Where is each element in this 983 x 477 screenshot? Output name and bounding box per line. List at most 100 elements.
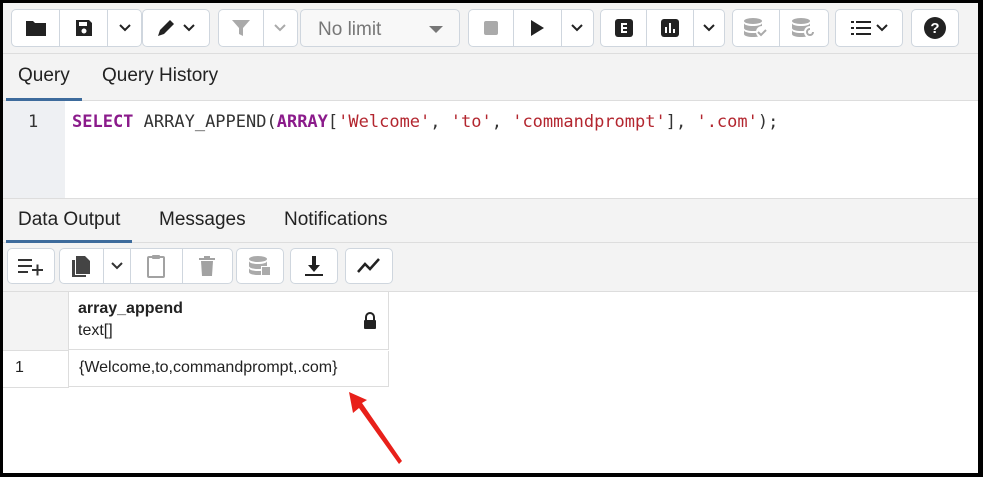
sql-code-line: SELECT ARRAY_APPEND(ARRAY['Welcome', 'to…	[72, 112, 778, 132]
help-button[interactable]: ?	[912, 10, 958, 46]
delete-button[interactable]	[183, 249, 232, 283]
copy-icon	[72, 256, 91, 277]
commit-button[interactable]	[733, 10, 781, 46]
transaction-button-group	[732, 9, 829, 47]
sql-string: '.com'	[696, 112, 758, 132]
execute-button-group	[468, 9, 594, 47]
file-button-group	[11, 9, 142, 47]
filter-button[interactable]	[219, 10, 264, 46]
filter-button-group	[218, 9, 298, 47]
sql-string: 'to'	[450, 112, 492, 132]
output-tabs: Data Output Messages Notifications	[3, 199, 978, 243]
save-data-group	[236, 248, 284, 284]
explain-analyze-button[interactable]	[647, 10, 695, 46]
clipboard-group	[59, 248, 233, 284]
line-number: 1	[28, 112, 39, 132]
sql-string: 'commandprompt'	[512, 112, 666, 132]
copy-button[interactable]	[60, 249, 104, 283]
save-file-button[interactable]	[60, 10, 108, 46]
save-data-button[interactable]	[237, 249, 283, 283]
add-row-button[interactable]	[8, 249, 54, 283]
caret-down-icon	[429, 26, 443, 33]
row-number-cell[interactable]: 1	[3, 351, 69, 388]
trash-icon	[199, 256, 216, 276]
tab-notifications-label: Notifications	[284, 209, 388, 230]
stop-button[interactable]	[469, 10, 515, 46]
chevron-down-icon	[875, 24, 888, 32]
tab-data-output-label: Data Output	[18, 209, 121, 230]
column-name: array_append	[78, 300, 183, 317]
tab-data-output[interactable]: Data Output	[6, 199, 133, 243]
execute-button[interactable]	[514, 10, 562, 46]
sql-keyword: ARRAY	[276, 112, 328, 132]
help-icon: ?	[924, 17, 946, 39]
tab-query-history-label: Query History	[102, 65, 219, 86]
chevron-down-icon	[274, 24, 287, 32]
rollback-button[interactable]	[780, 10, 828, 46]
save-icon	[75, 20, 92, 36]
add-row-group	[7, 248, 55, 284]
line-gutter: 1	[3, 101, 65, 198]
paste-button[interactable]	[131, 249, 183, 283]
execute-dropdown-button[interactable]	[562, 10, 593, 46]
column-header-array-append[interactable]: array_append text[]	[69, 292, 389, 350]
copy-dropdown-button[interactable]	[104, 249, 132, 283]
database-rollback-icon	[792, 18, 816, 38]
chevron-down-icon	[118, 24, 131, 32]
column-type: text[]	[78, 322, 113, 339]
clipboard-icon	[147, 255, 166, 278]
macros-button-group	[835, 9, 903, 47]
chevron-down-icon	[703, 24, 715, 32]
download-button[interactable]	[291, 249, 337, 283]
lock-icon	[364, 312, 376, 329]
row-limit-select[interactable]: No limit	[300, 9, 460, 47]
line-chart-icon	[357, 258, 380, 273]
chevron-down-icon	[183, 24, 195, 32]
sql-string: 'Welcome'	[338, 112, 431, 132]
help-button-group: ?	[911, 9, 959, 47]
sql-punct: ],	[665, 112, 697, 132]
result-grid: array_append text[] 1 {Welcome,to,comman…	[3, 292, 978, 473]
bar-chart-icon	[661, 19, 680, 37]
tab-query-history[interactable]: Query History	[102, 54, 218, 98]
chevron-down-icon	[571, 24, 583, 32]
sql-punct: ,	[491, 112, 513, 132]
download-icon	[305, 256, 323, 276]
tab-query[interactable]: Query	[6, 54, 82, 101]
pgadmin-query-tool: No limit ? Query Query History 1 SELECT …	[3, 3, 978, 473]
save-dropdown-button[interactable]	[108, 10, 141, 46]
grid-corner-header[interactable]	[3, 292, 69, 351]
filter-dropdown-button[interactable]	[264, 10, 297, 46]
explain-button-group	[600, 9, 725, 47]
row-limit-value: No limit	[318, 19, 382, 40]
explain-button[interactable]	[601, 10, 648, 46]
table-cell[interactable]: {Welcome,to,commandprompt,.com}	[69, 351, 389, 387]
list-icon	[850, 21, 871, 35]
folder-icon	[25, 21, 46, 36]
sql-keyword: SELECT	[72, 112, 134, 132]
database-save-icon	[249, 256, 271, 276]
pencil-icon	[158, 20, 174, 36]
sql-punct: ,	[430, 112, 451, 132]
tab-messages-label: Messages	[159, 209, 246, 230]
data-output-toolbar	[3, 243, 978, 292]
sql-editor[interactable]: 1 SELECT ARRAY_APPEND(ARRAY['Welcome', '…	[3, 101, 978, 199]
open-file-button[interactable]	[12, 10, 60, 46]
graph-group	[345, 248, 393, 284]
query-tabs: Query Query History	[3, 54, 978, 101]
explain-dropdown-button[interactable]	[694, 10, 724, 46]
tab-query-label: Query	[18, 65, 70, 86]
add-row-icon	[18, 259, 43, 276]
macros-button[interactable]	[836, 10, 902, 46]
tab-notifications[interactable]: Notifications	[284, 199, 388, 240]
graph-visualiser-button[interactable]	[346, 249, 392, 283]
tab-messages[interactable]: Messages	[159, 199, 246, 240]
edit-button[interactable]	[143, 10, 209, 46]
stop-icon	[484, 21, 499, 35]
database-commit-icon	[744, 18, 768, 38]
query-toolbar: No limit ?	[3, 3, 978, 54]
play-icon	[531, 20, 545, 36]
edit-button-group	[142, 9, 210, 47]
cell-value: {Welcome,to,commandprompt,.com}	[79, 359, 338, 376]
download-group	[290, 248, 338, 284]
